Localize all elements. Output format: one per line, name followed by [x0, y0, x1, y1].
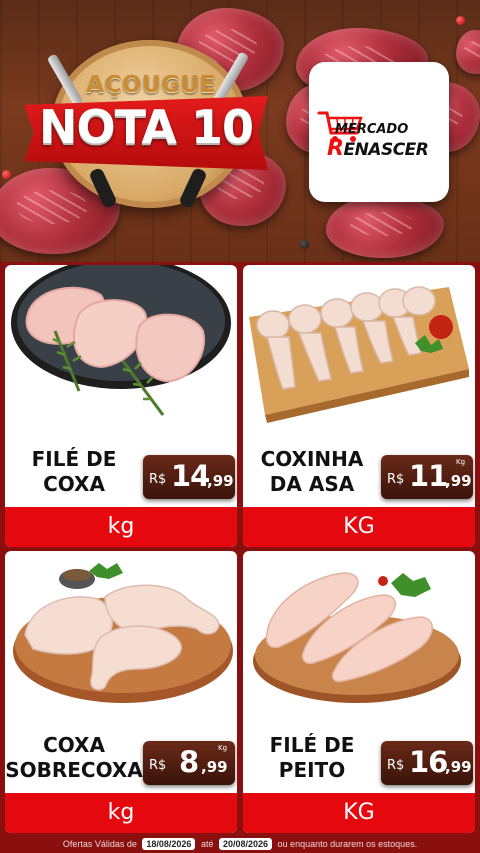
unit-bar: kg [5, 793, 237, 833]
footer-connector: até [200, 839, 214, 849]
price-tag: R$ 14 ,99 [143, 455, 235, 499]
footer-prefix: Ofertas Válidas de [62, 839, 137, 849]
product-card[interactable]: FILÉ DE PEITO R$ 16 ,99 KG [243, 551, 475, 833]
product-name-line2: PEITO [278, 758, 346, 782]
price-currency: R$ [149, 472, 167, 487]
unit-bar: KG [243, 793, 475, 833]
store-logo-line2: RENASCER [327, 136, 447, 161]
product-image-file-de-peito [253, 572, 461, 703]
footer-date-end: 20/08/2026 [218, 838, 273, 850]
store-logo-rest: ENASCER [343, 140, 429, 160]
price-decimal: ,99 [207, 472, 234, 490]
unit-bar: KG [243, 507, 475, 547]
product-name-line1: FILÉ DE [31, 447, 117, 471]
store-logo-line1: MERCADO [335, 122, 409, 137]
product-name-line1: COXA [43, 733, 105, 757]
product-image-coxinha-da-asa [249, 286, 469, 423]
price-unit-tag: Kg [456, 458, 466, 466]
product-image-file-de-coxa [11, 265, 231, 416]
store-logo: MERCADO RENASCER [309, 62, 449, 202]
price-unit-tag: Kg [218, 744, 228, 752]
product-name-line1: COXINHA [260, 447, 364, 471]
price-tag: R$ 11 ,99 Kg [381, 455, 473, 499]
product-name: FILÉ DE PEITO [243, 733, 381, 783]
product-name: FILÉ DE COXA [5, 447, 143, 497]
price-tag: R$ 16 ,99 [381, 741, 473, 785]
footer-suffix: ou enquanto durarem os estoques. [277, 839, 418, 849]
price-decimal: ,99 [445, 472, 472, 490]
price-currency: R$ [387, 472, 405, 487]
price-decimal: ,99 [201, 758, 228, 776]
header-banner: AÇOUGUE NOTA 10 MERCADO RENASCER [0, 0, 480, 262]
meat-piece-image [456, 30, 480, 74]
footer-date-start: 18/08/2026 [142, 838, 196, 850]
product-card[interactable]: COXINHA DA ASA R$ 11 ,99 Kg KG [243, 265, 475, 547]
peppercorn-decoration [300, 240, 309, 249]
product-name: COXINHA DA ASA [243, 447, 381, 497]
product-name-line2: DA ASA [269, 472, 355, 496]
price-currency: R$ [387, 758, 405, 773]
offer-validity-footer: Ofertas Válidas de 18/08/2026 até 20/08/… [0, 836, 480, 853]
price-decimal: ,99 [445, 758, 472, 776]
unit-bar: kg [5, 507, 237, 547]
price-integer: 16 [409, 745, 448, 779]
brand-top-text: AÇOUGUE [86, 72, 216, 98]
product-name-line1: FILÉ DE [269, 733, 355, 757]
brand-main-text: NOTA 10 [38, 100, 254, 154]
product-image-coxa-sobrecoxa [13, 563, 233, 703]
meat-piece-image [326, 196, 444, 258]
product-card[interactable]: COXA SOBRECOXA R$ 8 ,99 Kg kg [5, 551, 237, 833]
price-integer: 8 [179, 745, 199, 779]
product-name: COXA SOBRECOXA [5, 733, 143, 783]
product-card[interactable]: FILÉ DE COXA R$ 14 ,99 kg [5, 265, 237, 547]
price-integer: 14 [171, 459, 210, 493]
price-currency: R$ [149, 758, 167, 773]
product-name-line2: COXA [43, 472, 105, 496]
price-integer: 11 [409, 459, 448, 493]
price-tag: R$ 8 ,99 Kg [143, 741, 235, 785]
peppercorn-decoration [2, 170, 11, 179]
peppercorn-decoration [456, 16, 465, 25]
store-logo-initial: R [327, 136, 344, 161]
product-name-line2: SOBRECOXA [5, 758, 143, 782]
